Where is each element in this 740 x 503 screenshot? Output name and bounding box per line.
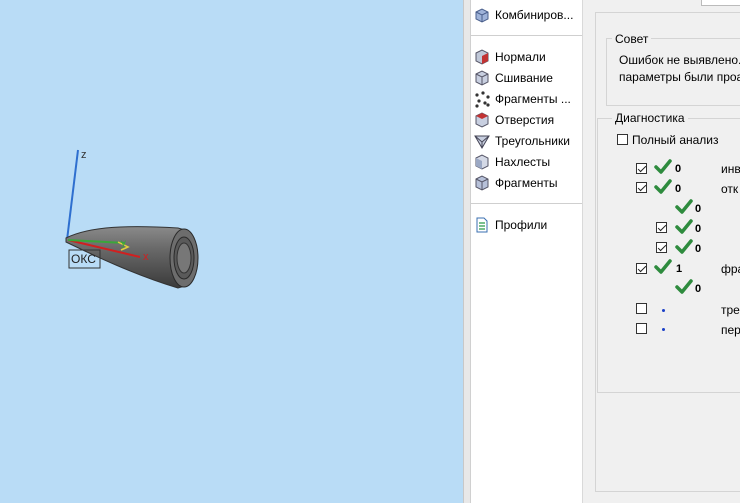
result-count: 0 <box>675 163 682 175</box>
result-count: 1 <box>676 263 683 275</box>
panel-item-overlaps[interactable]: Нахлесты <box>473 152 550 172</box>
diagnostics-title: Диагностика <box>612 111 688 125</box>
panel-item-triangles[interactable]: Треугольники <box>473 131 570 151</box>
panel-item-combine[interactable]: Комбиниров... <box>473 5 573 25</box>
tip-line-2: параметры были проа <box>619 70 740 84</box>
ok-check-icon <box>675 199 693 214</box>
panel-divider <box>471 203 582 204</box>
profile-doc-icon <box>473 216 491 234</box>
result-count: 0 <box>695 243 702 255</box>
ok-check-icon <box>675 239 693 254</box>
result-label: тре <box>721 303 740 317</box>
scene-canvas[interactable] <box>0 0 463 503</box>
result-label: инв <box>721 162 740 176</box>
check-triangles-checkbox[interactable] <box>636 303 647 314</box>
axis-y-label: y <box>121 238 126 249</box>
check-panel: Комбиниров... Нормали Сшивание Фрагменты… <box>471 0 583 503</box>
result-label: фра <box>721 262 740 276</box>
panel-item-label: Треугольники <box>495 134 570 148</box>
result-count: 0 <box>675 183 682 195</box>
full-analysis-label: Полный анализ <box>632 133 719 147</box>
panel-item-fragments-points[interactable]: Фрагменты ... <box>473 89 571 109</box>
panel-item-label: Нормали <box>495 50 546 64</box>
fragments-points-icon <box>473 90 491 108</box>
check-inverted-checkbox[interactable] <box>636 163 647 174</box>
panel-item-label: Фрагменты <box>495 176 558 190</box>
check-overlaps-checkbox[interactable] <box>636 323 647 334</box>
sub-check-checkbox[interactable] <box>656 222 667 233</box>
tip-line-1: Ошибок не выявлено. <box>619 53 740 67</box>
panel-item-holes[interactable]: Отверстия <box>473 110 554 130</box>
not-run-dot-icon <box>662 328 665 331</box>
ok-check-icon <box>675 279 693 294</box>
axis-z-line <box>66 149 79 241</box>
panel-item-label: Сшивание <box>495 71 553 85</box>
ok-check-icon <box>654 179 672 194</box>
3d-viewport[interactable]: z x y ОКС <box>0 0 463 503</box>
full-analysis-checkbox[interactable] <box>617 134 628 145</box>
check-dialog: Совет Ошибок не выявлено. параметры были… <box>583 0 740 503</box>
tip-text: Ошибок не выявлено. параметры были проа <box>619 52 740 86</box>
panel-item-label: Профили <box>495 218 548 232</box>
result-count: 0 <box>695 203 702 215</box>
tip-title: Совет <box>612 32 652 46</box>
result-count: 0 <box>695 223 702 235</box>
combine-icon <box>473 6 491 24</box>
holes-icon <box>473 111 491 129</box>
result-count: 0 <box>695 283 702 295</box>
panel-item-label: Нахлесты <box>495 155 551 169</box>
dialog-top-edge <box>701 0 740 6</box>
triangles-icon <box>473 132 491 150</box>
axis-z-label: z <box>81 149 87 161</box>
ok-check-icon <box>654 159 672 174</box>
stitching-icon <box>473 69 491 87</box>
panel-item-normals[interactable]: Нормали <box>473 47 546 67</box>
panel-item-fragments[interactable]: Фрагменты <box>473 173 558 193</box>
result-label: пер <box>721 323 740 337</box>
ok-check-icon <box>675 219 693 234</box>
sub-check-checkbox[interactable] <box>656 242 667 253</box>
object-label: ОКС <box>71 252 96 266</box>
result-label: отк <box>721 182 739 196</box>
axis-x-label: x <box>143 251 149 263</box>
panel-item-label: Фрагменты ... <box>495 92 571 106</box>
not-run-dot-icon <box>662 309 665 312</box>
check-open-checkbox[interactable] <box>636 182 647 193</box>
check-fragments-checkbox[interactable] <box>636 263 647 274</box>
pane-splitter[interactable] <box>463 0 471 503</box>
panel-item-label: Отверстия <box>495 113 555 127</box>
ok-check-icon <box>654 259 672 274</box>
panel-item-label: Комбиниров... <box>495 8 574 22</box>
fragments-icon <box>473 174 491 192</box>
normals-icon <box>473 48 491 66</box>
panel-divider <box>471 35 582 36</box>
panel-item-profiles[interactable]: Профили <box>473 215 547 235</box>
overlaps-icon <box>473 153 491 171</box>
panel-item-stitching[interactable]: Сшивание <box>473 68 553 88</box>
